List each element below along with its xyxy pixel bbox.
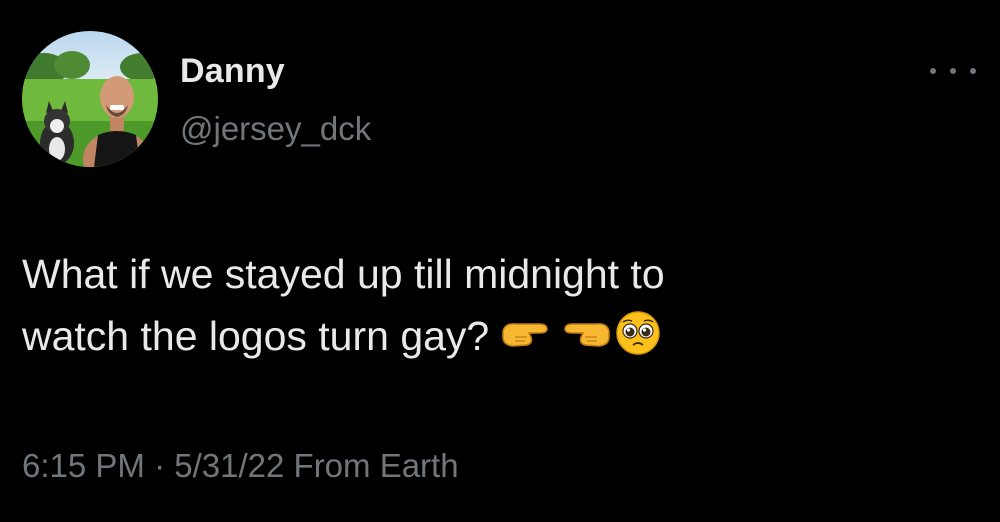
tweet-source: From Earth [293, 447, 459, 484]
tweet-card: Danny @jersey_dck What if we stayed up t… [0, 0, 1000, 522]
tweet-line-2: watch the logos turn gay? [22, 305, 922, 367]
display-name[interactable]: Danny [180, 52, 285, 91]
tweet-line-1: What if we stayed up till midnight to [22, 251, 665, 297]
avatar[interactable] [22, 31, 158, 167]
more-options-icon[interactable] [930, 60, 976, 82]
tweet-text: What if we stayed up till midnight to wa… [22, 243, 922, 367]
pleading-face-icon [615, 310, 661, 356]
tweet-line-2-text: watch the logos turn gay? [22, 313, 490, 359]
handle[interactable]: @jersey_dck [180, 110, 371, 148]
dot [950, 68, 956, 74]
tweet-metadata: 6:15 PM · 5/31/22 From Earth [22, 447, 459, 485]
separator: · [154, 447, 166, 484]
backhand-index-pointing-left-icon [557, 315, 613, 351]
backhand-index-pointing-right-icon [499, 315, 555, 351]
tweet-date[interactable]: 5/31/22 [174, 447, 284, 484]
emoji-group [499, 310, 661, 356]
tweet-time[interactable]: 6:15 PM [22, 447, 145, 484]
dot [930, 68, 936, 74]
dot [970, 68, 976, 74]
